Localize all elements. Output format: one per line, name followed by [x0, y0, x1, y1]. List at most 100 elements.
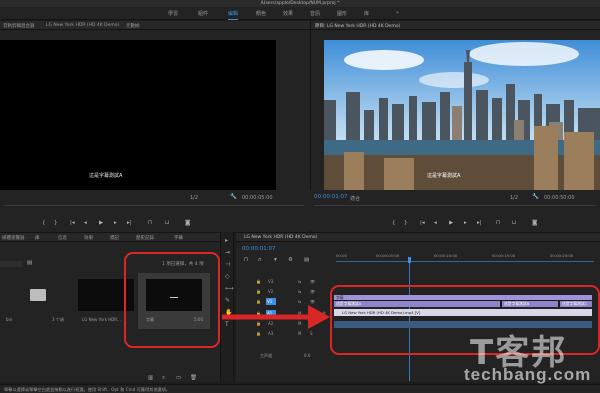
- lift-icon[interactable]: ⊓: [496, 220, 500, 226]
- frame-forward-icon[interactable]: ▸: [114, 220, 117, 226]
- folder-icon[interactable]: [30, 289, 46, 301]
- slip-tool-icon[interactable]: ⟷: [225, 286, 234, 292]
- tab-markers[interactable]: 標記: [110, 235, 119, 241]
- workspace-bar: 學習 組件 編輯 顏色 效果 音訊 圖形 库 »: [0, 7, 600, 20]
- project-item-label: 3 个項: [52, 317, 64, 322]
- mark-out-icon[interactable]: }: [54, 220, 58, 226]
- step-back-icon[interactable]: |◂: [420, 220, 425, 226]
- annotation-arrow-icon: [222, 305, 330, 329]
- play-icon[interactable]: ▶: [99, 220, 103, 226]
- settings-icon[interactable]: ⚙: [288, 257, 293, 263]
- snap-icon[interactable]: ⊓: [244, 257, 248, 263]
- tab-libraries[interactable]: 庫: [35, 235, 40, 241]
- workspace-tab[interactable]: 库: [364, 10, 369, 17]
- ruler-tick: 00:00:10:00: [434, 253, 458, 258]
- step-forward-icon[interactable]: ▸|: [477, 220, 482, 226]
- wrench-icon[interactable]: 🔧: [230, 194, 237, 200]
- work-area-bar[interactable]: [336, 261, 594, 262]
- tab-info[interactable]: 信息: [58, 235, 67, 241]
- selection-tool-icon[interactable]: ▸: [225, 238, 231, 244]
- track-name[interactable]: V2: [268, 289, 273, 294]
- tab-media-browser[interactable]: 媒體瀏覽器: [2, 235, 25, 241]
- source-scrub-bar[interactable]: [4, 205, 304, 206]
- eye-icon[interactable]: 👁: [310, 279, 315, 284]
- search-icon[interactable]: ⌕: [162, 375, 165, 382]
- overwrite-icon[interactable]: ⊔: [165, 220, 169, 226]
- ripple-edit-tool-icon[interactable]: ⊣: [225, 262, 231, 268]
- workspace-tab[interactable]: 圖形: [337, 10, 347, 17]
- wrench-icon[interactable]: 🔧: [532, 194, 539, 200]
- track-name[interactable]: V3: [268, 279, 273, 284]
- timeline-header: LG New York HDR (HD 4K Demo): [236, 233, 600, 242]
- eye-icon[interactable]: 👁: [310, 289, 315, 294]
- workspace-tab[interactable]: 組件: [198, 10, 208, 17]
- source-fraction[interactable]: 1/2: [190, 195, 198, 201]
- source-subtitle-text: 這是字幕測試A: [89, 173, 123, 179]
- project-panel-header: 媒體瀏覽器 庫 信息 效果 標記 歷史記錄 字幕: [0, 233, 220, 242]
- camera-icon[interactable]: ◙: [532, 220, 537, 226]
- trash-icon[interactable]: 🗑: [190, 375, 197, 381]
- step-forward-icon[interactable]: ▸|: [127, 220, 132, 226]
- frame-back-icon[interactable]: ◂: [434, 220, 437, 226]
- track-lock-icon[interactable]: 🔒: [256, 279, 261, 284]
- program-scrub-bar[interactable]: [314, 205, 596, 206]
- track-select-tool-icon[interactable]: ⇥: [225, 250, 231, 256]
- program-duration: 00:00:50:00: [544, 195, 575, 201]
- annotation-box-captions-item: [124, 252, 220, 348]
- program-timecode[interactable]: 00:00:01:07: [314, 194, 348, 200]
- step-back-icon[interactable]: |◂: [70, 220, 75, 226]
- add-marker-icon[interactable]: ▾: [274, 257, 277, 263]
- workspace-tab[interactable]: 音訊: [310, 10, 320, 17]
- tab-history[interactable]: 歷史記錄: [136, 235, 154, 241]
- sync-lock-icon[interactable]: ⇆: [298, 289, 301, 294]
- master-label: 主声道: [260, 353, 272, 358]
- workspace-tab-active[interactable]: 編輯: [228, 10, 239, 20]
- mark-out-icon[interactable]: }: [404, 220, 408, 226]
- timeline-timecode[interactable]: 00:00:01:07: [242, 246, 276, 252]
- tab-captions[interactable]: 字幕: [174, 235, 183, 241]
- linked-selection-icon[interactable]: ∩: [258, 257, 262, 263]
- status-text: 單擊以選擇或單擊空白處並拖動以進行框選。使用 Shift、Opt 和 Cmd 可…: [4, 387, 171, 392]
- tab-program[interactable]: 節目: LG New York HDR (HD 4K Demo): [315, 23, 400, 29]
- insert-icon[interactable]: ⊓: [148, 220, 152, 226]
- camera-icon[interactable]: ◙: [185, 220, 190, 226]
- extract-icon[interactable]: ⊔: [512, 220, 516, 226]
- search-field[interactable]: [0, 261, 22, 267]
- program-subtitle-text: 這是字幕測試A: [427, 173, 461, 179]
- ruler-tick: 00:00:15:00: [492, 253, 516, 258]
- frame-back-icon[interactable]: ◂: [84, 220, 87, 226]
- captions-toggle-icon[interactable]: ▤: [304, 257, 309, 263]
- project-item-label: bin: [6, 317, 13, 322]
- new-york-skyline-image: [324, 40, 600, 190]
- workspace-tab[interactable]: 顏色: [256, 10, 266, 17]
- workspace-tab[interactable]: 效果: [283, 10, 293, 17]
- project-item-label: LG New York HDR...: [82, 317, 121, 322]
- window-title: /Users/apple/Desktop/NUM.prproj *: [260, 1, 340, 6]
- title-bar: /Users/apple/Desktop/NUM.prproj *: [0, 0, 600, 7]
- tab-metadata[interactable]: 元數據: [126, 23, 140, 29]
- mark-in-icon[interactable]: {: [392, 220, 396, 226]
- program-video-frame: [324, 40, 600, 190]
- new-item-icon[interactable]: ▭: [176, 375, 181, 381]
- bin-icon[interactable]: ▤: [27, 260, 32, 266]
- workspace-tab[interactable]: 學習: [168, 10, 178, 17]
- program-fraction[interactable]: 1/2: [510, 195, 518, 201]
- master-value[interactable]: 0.0: [304, 353, 310, 358]
- tab-sequence[interactable]: LG New York HDR (HD 4K Demo): [244, 235, 317, 240]
- tab-effects[interactable]: 效果: [84, 235, 93, 241]
- ruler-tick: 00:00:05:00: [376, 253, 400, 258]
- mark-in-icon[interactable]: {: [42, 220, 46, 226]
- frame-forward-icon[interactable]: ▸: [464, 220, 467, 226]
- sync-lock-icon[interactable]: ⇆: [298, 279, 301, 284]
- play-icon[interactable]: ▶: [449, 220, 453, 226]
- workspace-overflow[interactable]: »: [396, 10, 399, 16]
- program-fit-select[interactable]: 適合: [350, 195, 360, 202]
- razor-tool-icon[interactable]: ◇: [225, 274, 231, 280]
- track-lock-icon[interactable]: 🔒: [256, 289, 261, 294]
- status-bar: 單擊以選擇或單擊空白處並拖動以進行框選。使用 Shift、Opt 和 Cmd 可…: [0, 384, 600, 393]
- tab-audio-clip-mixer[interactable]: 音軌剪輯混合器: [3, 23, 35, 29]
- source-duration: 00:00:05:00: [242, 195, 273, 201]
- tab-source-clip[interactable]: LG New York HDR (HD 4K Demo): [46, 23, 119, 28]
- new-bin-icon[interactable]: ▥: [148, 375, 153, 381]
- ruler-tick: 00:00:20:00: [550, 253, 574, 258]
